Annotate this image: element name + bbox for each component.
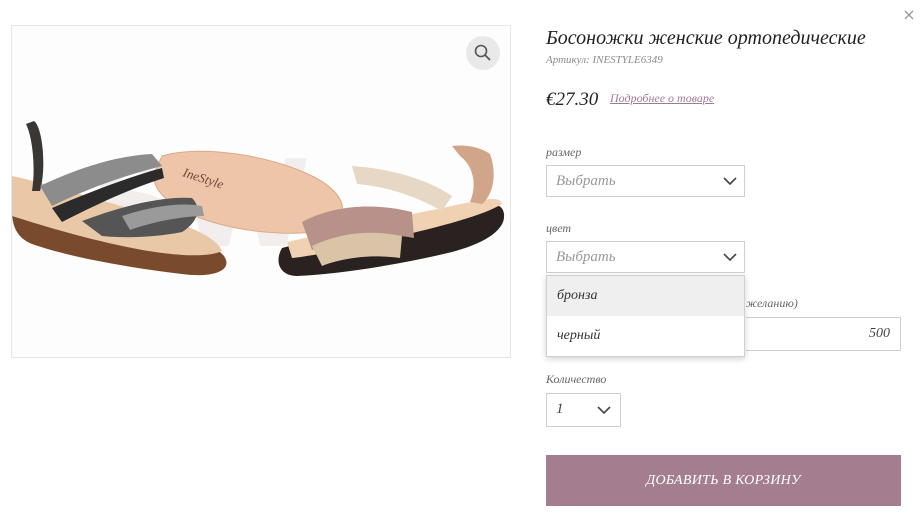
amount-input[interactable]: 500 <box>746 317 901 351</box>
close-button[interactable]: × <box>900 6 918 24</box>
color-select[interactable]: Выбрать <box>546 241 745 273</box>
color-option-black[interactable]: черный <box>547 316 744 356</box>
quantity-select[interactable]: 1 <box>546 393 621 427</box>
search-icon <box>474 44 491 61</box>
chevron-down-icon <box>597 406 611 415</box>
product-image: SW IneStyle <box>11 25 511 358</box>
chevron-down-icon <box>723 253 737 262</box>
quantity-label: Количество <box>546 372 607 386</box>
size-select[interactable]: Выбрать <box>546 165 745 197</box>
color-dropdown-menu: бронза черный <box>546 275 745 357</box>
add-to-cart-button[interactable]: ДОБАВИТЬ В КОРЗИНУ <box>546 455 901 506</box>
size-select-value: Выбрать <box>556 173 616 189</box>
zoom-button[interactable] <box>466 36 500 70</box>
color-option-bronze[interactable]: бронза <box>547 276 744 316</box>
product-sku: Артикул: INESTYLE6349 <box>546 54 663 66</box>
color-label: цвет <box>546 221 572 235</box>
color-select-value: Выбрать <box>556 249 616 265</box>
close-icon: × <box>902 5 916 24</box>
amount-input-value: 500 <box>869 326 890 341</box>
chevron-down-icon <box>723 177 737 186</box>
product-details-link[interactable]: Подробнее о товаре <box>610 91 714 106</box>
size-label: размер <box>546 145 582 159</box>
partial-field-label: желанию) <box>746 296 798 310</box>
product-price: €27.30 <box>546 89 599 110</box>
product-title: Босоножки женские ортопедические <box>546 27 866 49</box>
quantity-select-value: 1 <box>556 401 564 417</box>
